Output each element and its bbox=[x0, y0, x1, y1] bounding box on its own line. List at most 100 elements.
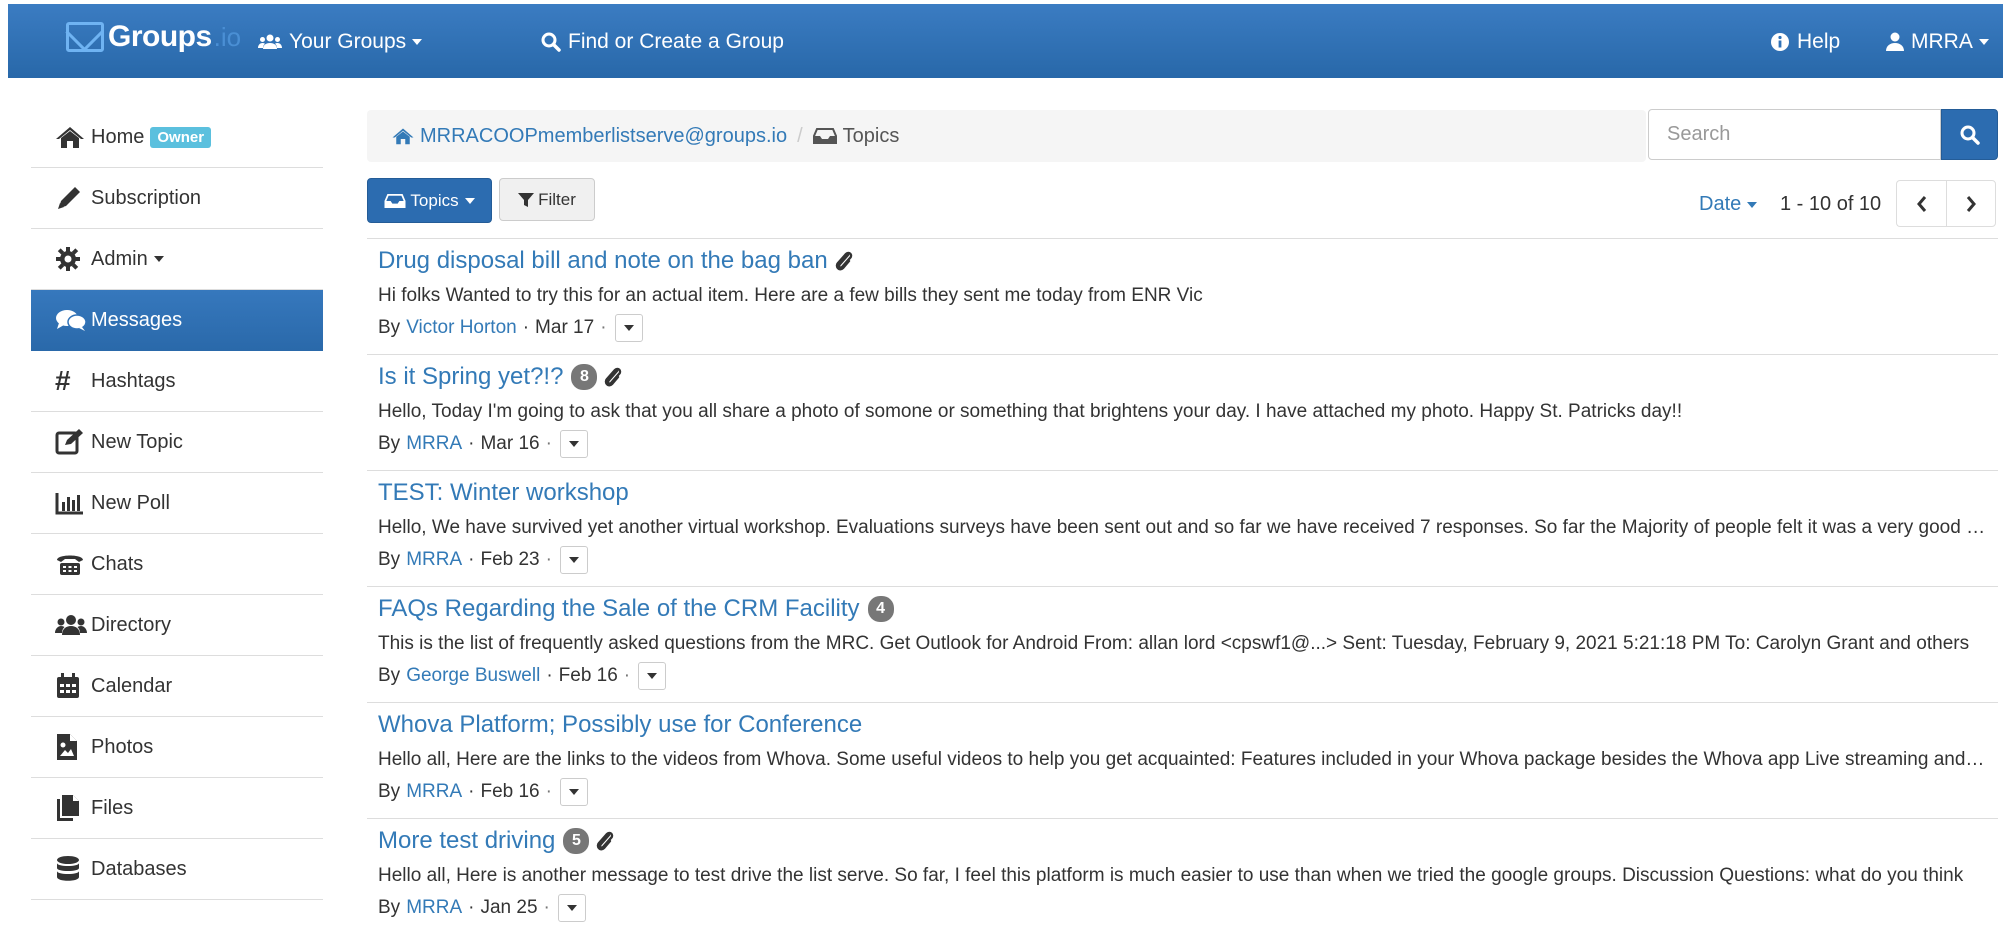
sidebar-item-label: New Poll bbox=[91, 491, 170, 514]
by-label: By bbox=[378, 317, 401, 338]
topic-row: TEST: Winter workshop Hello, We have sur… bbox=[367, 471, 1998, 587]
topic-meta: By MRRA · Feb 16 · bbox=[378, 778, 588, 806]
breadcrumb-current: Topics bbox=[812, 125, 899, 148]
your-groups-label: Your Groups bbox=[289, 30, 407, 53]
inbox-icon bbox=[384, 193, 406, 208]
topic-actions-dropdown[interactable] bbox=[559, 778, 588, 806]
topic-actions-dropdown[interactable] bbox=[614, 314, 643, 342]
sidebar-item-hashtags[interactable]: # Hashtags bbox=[31, 351, 323, 412]
edit-icon bbox=[55, 428, 87, 456]
search-button[interactable] bbox=[1941, 109, 1998, 160]
sidebar-item-label: Files bbox=[91, 796, 134, 819]
filter-button[interactable]: Filter bbox=[499, 178, 595, 221]
topic-title: Whova Platform; Possibly use for Confere… bbox=[378, 711, 863, 738]
filter-icon bbox=[518, 192, 535, 207]
topic-date: Feb 23 bbox=[480, 549, 540, 570]
topics-button-label: Topics bbox=[410, 190, 459, 210]
topic-row: Drug disposal bill and note on the bag b… bbox=[367, 239, 1998, 355]
chevron-down-icon bbox=[566, 905, 577, 911]
topic-actions-dropdown[interactable] bbox=[559, 430, 588, 458]
dot-separator: · bbox=[600, 317, 607, 338]
sidebar-item-home[interactable]: Home Owner bbox=[31, 107, 323, 168]
topic-actions-dropdown[interactable] bbox=[557, 894, 586, 922]
top-navbar: Groups .io Your Groups Find or Create a … bbox=[8, 4, 2003, 78]
sidebar-item-label: Messages bbox=[91, 308, 183, 331]
topic-title-link[interactable]: TEST: Winter workshop bbox=[378, 479, 629, 507]
topics-dropdown-button[interactable]: Topics bbox=[367, 178, 492, 223]
topic-date: Feb 16 bbox=[558, 665, 618, 686]
your-groups-menu[interactable]: Your Groups bbox=[258, 30, 423, 54]
sidebar-item-label: Directory bbox=[91, 613, 172, 636]
home-icon bbox=[392, 128, 414, 145]
sidebar-item-label: Databases bbox=[91, 857, 187, 880]
sidebar-item-label: Admin bbox=[91, 247, 148, 270]
brand-suffix: .io bbox=[213, 21, 242, 52]
topic-title-link[interactable]: Whova Platform; Possibly use for Confere… bbox=[378, 711, 862, 739]
chevron-down-icon bbox=[153, 256, 164, 262]
user-menu[interactable]: MRRA bbox=[1886, 30, 1989, 54]
dot-separator: · bbox=[545, 433, 552, 454]
author-link[interactable]: MRRA bbox=[406, 433, 462, 455]
search-icon bbox=[541, 32, 561, 52]
sidebar-item-label: Subscription bbox=[91, 186, 202, 209]
topic-meta: By MRRA · Feb 23 · bbox=[378, 546, 588, 574]
pencil-icon bbox=[55, 184, 87, 212]
author-link[interactable]: MRRA bbox=[406, 897, 462, 919]
topic-title-link[interactable]: FAQs Regarding the Sale of the CRM Facil… bbox=[378, 595, 894, 623]
sidebar-item-files[interactable]: Files bbox=[31, 778, 323, 839]
sidebar-item-admin[interactable]: Admin bbox=[31, 229, 323, 290]
pagination bbox=[1896, 180, 1997, 227]
chevron-down-icon bbox=[568, 441, 579, 447]
topic-snippet: Hi folks Wanted to try this for an actua… bbox=[378, 285, 1203, 306]
sidebar-item-databases[interactable]: Databases bbox=[31, 839, 323, 900]
sidebar-item-label: New Topic bbox=[91, 430, 183, 453]
next-page-button[interactable] bbox=[1946, 180, 1996, 227]
sidebar-item-messages[interactable]: Messages bbox=[31, 290, 323, 351]
sidebar: Home Owner Subscription Admin Messages #… bbox=[31, 107, 323, 900]
by-label: By bbox=[378, 549, 401, 570]
find-create-group-link[interactable]: Find or Create a Group bbox=[541, 30, 784, 54]
photo-file-icon bbox=[55, 733, 87, 761]
sidebar-item-directory[interactable]: Directory bbox=[31, 595, 323, 656]
sidebar-item-photos[interactable]: Photos bbox=[31, 717, 323, 778]
chevron-right-icon bbox=[1966, 195, 1976, 212]
search-input[interactable] bbox=[1648, 109, 1941, 160]
filter-button-label: Filter bbox=[538, 189, 576, 209]
calendar-icon bbox=[55, 672, 87, 700]
topic-title: FAQs Regarding the Sale of the CRM Facil… bbox=[378, 595, 860, 622]
topic-row: FAQs Regarding the Sale of the CRM Facil… bbox=[367, 587, 1998, 703]
topic-actions-dropdown[interactable] bbox=[638, 662, 667, 690]
author-link[interactable]: MRRA bbox=[406, 549, 462, 571]
author-link[interactable]: George Buswell bbox=[406, 665, 540, 687]
previous-page-button[interactable] bbox=[1896, 180, 1946, 227]
dot-separator: · bbox=[623, 665, 631, 686]
users-icon bbox=[55, 611, 87, 639]
sidebar-item-label: Home bbox=[91, 125, 145, 148]
breadcrumb-group-link[interactable]: MRRACOOPmemberlistserve@groups.io bbox=[391, 125, 787, 148]
home-icon bbox=[55, 123, 87, 151]
topic-date: Jan 25 bbox=[480, 897, 538, 918]
comments-icon bbox=[55, 306, 87, 334]
inbox-icon bbox=[812, 128, 837, 144]
topic-title-link[interactable]: Drug disposal bill and note on the bag b… bbox=[378, 247, 854, 275]
sidebar-item-new-poll[interactable]: New Poll bbox=[31, 473, 323, 534]
sidebar-item-new-topic[interactable]: New Topic bbox=[31, 412, 323, 473]
sidebar-item-calendar[interactable]: Calendar bbox=[31, 656, 323, 717]
author-link[interactable]: Victor Horton bbox=[406, 317, 517, 339]
sidebar-item-chats[interactable]: Chats bbox=[31, 534, 323, 595]
search-icon bbox=[1960, 125, 1980, 145]
by-label: By bbox=[378, 433, 401, 454]
sidebar-item-subscription[interactable]: Subscription bbox=[31, 168, 323, 229]
brand-logo[interactable]: Groups .io bbox=[66, 20, 241, 54]
users-icon bbox=[258, 34, 282, 49]
page-count: 1 - 10 of 10 bbox=[1780, 193, 1882, 215]
topic-actions-dropdown[interactable] bbox=[559, 546, 588, 574]
author-link[interactable]: MRRA bbox=[406, 781, 462, 803]
topic-title-link[interactable]: Is it Spring yet?!? 8 bbox=[378, 363, 623, 391]
sort-date-dropdown[interactable]: Date bbox=[1699, 193, 1758, 216]
dot-separator: · bbox=[468, 897, 475, 918]
help-link[interactable]: Help bbox=[1770, 30, 1840, 54]
dot-separator: · bbox=[546, 665, 553, 686]
breadcrumb-group-label: MRRACOOPmemberlistserve@groups.io bbox=[420, 124, 788, 147]
topic-title-link[interactable]: More test driving 5 bbox=[378, 827, 615, 855]
